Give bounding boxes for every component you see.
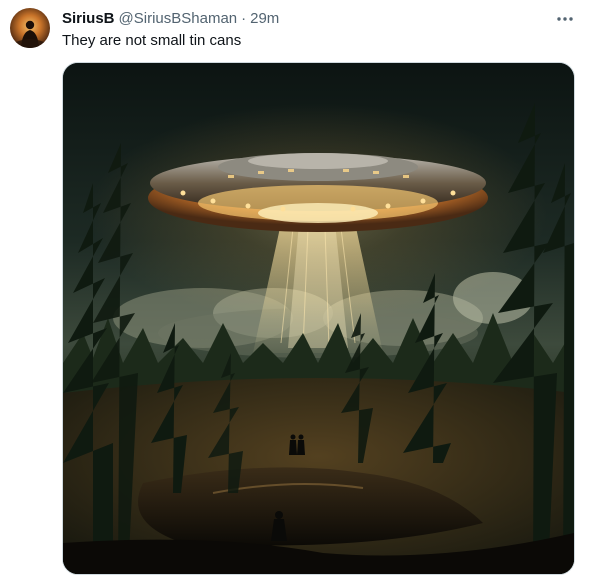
tweet-header: SiriusB @SiriusBShaman · 29m — [62, 9, 551, 29]
avatar-image — [10, 8, 50, 48]
ufo-forest-image — [63, 63, 574, 574]
more-horizontal-icon — [557, 17, 573, 21]
tweet-media-image[interactable] — [62, 62, 575, 575]
tweet-timestamp[interactable]: 29m — [250, 9, 279, 29]
header-separator: · — [241, 10, 247, 27]
author-handle[interactable]: @SiriusBShaman — [119, 9, 238, 29]
tweet-card: SiriusB @SiriusBShaman · 29m They are no… — [0, 0, 591, 588]
more-options-button[interactable] — [555, 10, 575, 28]
author-display-name[interactable]: SiriusB — [62, 9, 115, 29]
avatar[interactable] — [10, 8, 50, 48]
tweet-text: They are not small tin cans — [62, 32, 242, 49]
